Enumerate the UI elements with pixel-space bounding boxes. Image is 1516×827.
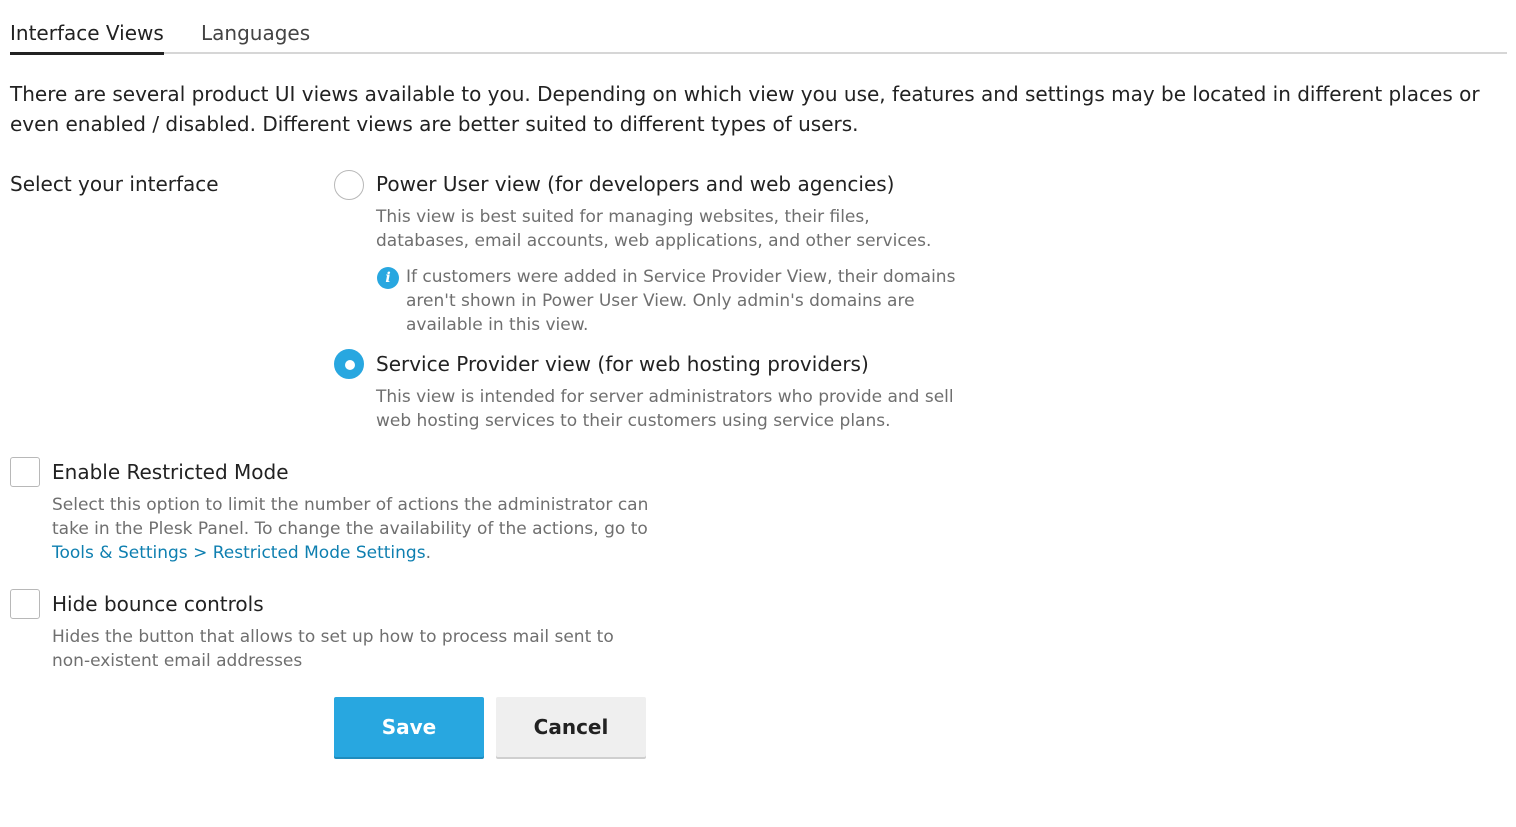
select-interface-label: Select your interface: [10, 172, 219, 196]
enable-restricted-mode-label[interactable]: Enable Restricted Mode: [52, 457, 289, 487]
hide-bounce-controls-label[interactable]: Hide bounce controls: [52, 589, 264, 619]
power-user-view-description: This view is best suited for managing we…: [376, 207, 932, 251]
enable-restricted-mode-checkbox[interactable]: [10, 457, 40, 487]
tab-languages[interactable]: Languages: [201, 18, 310, 54]
power-user-view-hint: If customers were added in Service Provi…: [406, 267, 956, 335]
tab-bar: Interface Views Languages: [10, 18, 1507, 55]
service-provider-view-radio[interactable]: [334, 349, 364, 379]
restricted-mode-settings-link[interactable]: Tools & Settings > Restricted Mode Setti…: [52, 543, 426, 563]
hide-bounce-controls-checkbox[interactable]: [10, 589, 40, 619]
save-button[interactable]: Save: [334, 697, 484, 757]
info-icon: i: [377, 267, 399, 289]
restricted-mode-description-end: .: [425, 543, 431, 563]
restricted-mode-description-text: Select this option to limit the number o…: [52, 495, 649, 539]
intro-text: There are several product UI views avail…: [10, 82, 1480, 136]
interface-settings-page: Interface Views Languages There are seve…: [0, 0, 1516, 827]
service-provider-view-description: This view is intended for server adminis…: [376, 387, 954, 431]
hide-bounce-controls-description: Hides the button that allows to set up h…: [52, 627, 614, 671]
tab-interface-views[interactable]: Interface Views: [10, 18, 164, 55]
restricted-mode-description: Select this option to limit the number o…: [52, 493, 652, 565]
service-provider-view-label[interactable]: Service Provider view (for web hosting p…: [376, 349, 869, 379]
power-user-view-label[interactable]: Power User view (for developers and web …: [376, 169, 895, 199]
power-user-view-radio[interactable]: [334, 170, 364, 200]
cancel-button[interactable]: Cancel: [496, 697, 646, 757]
